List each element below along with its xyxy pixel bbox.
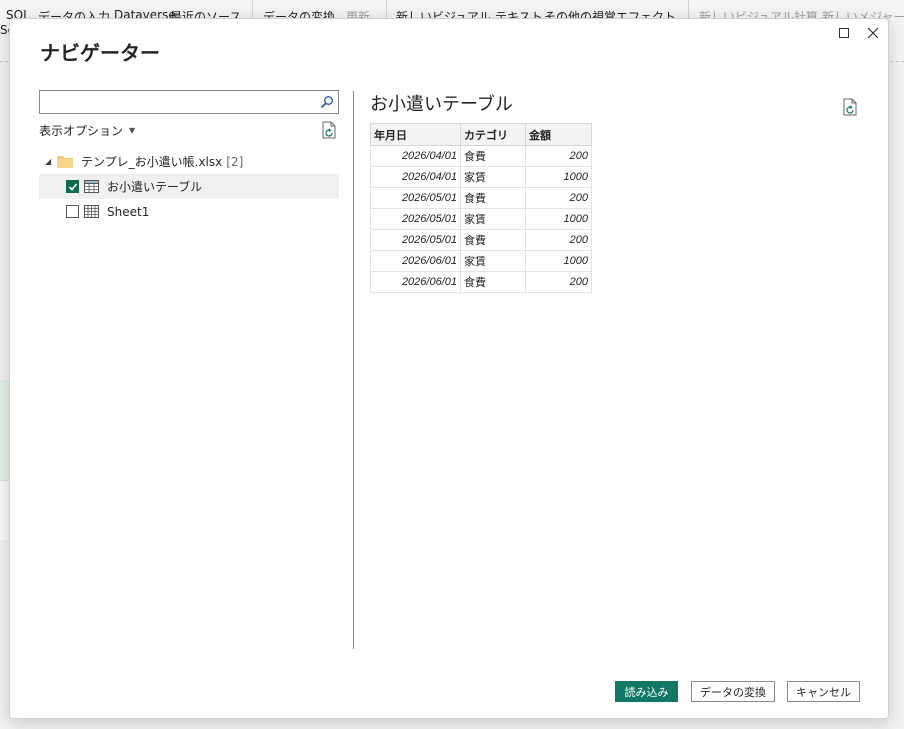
table-row: 2026/05/01 食費 200 — [370, 187, 592, 209]
table-cell: 2026/04/01 — [370, 145, 461, 167]
table-cell: 家賃 — [460, 166, 526, 188]
close-button[interactable] — [865, 25, 881, 41]
navigator-dialog: ナビゲーター 表示オプション ▼ ◢ テンプレ_お小遣い帳.xlsx [2] お… — [9, 18, 889, 719]
table-cell: 200 — [525, 145, 592, 167]
item-checkbox[interactable] — [66, 205, 79, 218]
refresh-icon[interactable] — [321, 121, 337, 139]
table-cell: 食費 — [460, 229, 526, 251]
table-row: 2026/04/01 家賃 1000 — [370, 166, 592, 188]
tree-item-okozukai-table[interactable]: お小遣いテーブル — [39, 174, 339, 199]
folder-icon — [57, 156, 73, 168]
preview-table: 年月日 カテゴリ 金額 2026/04/01 食費 200 2026/04/01… — [370, 123, 592, 293]
maximize-icon — [839, 28, 849, 38]
check-icon — [68, 182, 77, 191]
table-cell: 2026/06/01 — [370, 271, 461, 293]
table-cell: 1000 — [525, 250, 592, 272]
table-cell: 1000 — [525, 166, 592, 188]
display-options-dropdown[interactable]: 表示オプション ▼ — [39, 122, 135, 139]
expand-collapse-icon[interactable]: ◢ — [45, 157, 55, 166]
tree-item-sheet1[interactable]: Sheet1 — [39, 199, 339, 224]
chevron-down-icon: ▼ — [129, 126, 136, 135]
column-header: 年月日 — [370, 123, 461, 146]
sheet-icon — [84, 205, 99, 218]
table-cell: 家賃 — [460, 250, 526, 272]
display-options-label: 表示オプション — [39, 124, 124, 138]
table-row: 2026/06/01 食費 200 — [370, 271, 592, 293]
table-row: 2026/05/01 家賃 1000 — [370, 208, 592, 230]
background-panel — [0, 380, 9, 480]
search-icon[interactable] — [320, 95, 334, 109]
background-panel — [0, 480, 9, 540]
table-cell: 200 — [525, 229, 592, 251]
preview-title: お小遣いテーブル — [370, 94, 513, 115]
table-cell: 2026/05/01 — [370, 187, 461, 209]
close-icon — [867, 27, 879, 39]
search-input[interactable] — [40, 91, 312, 113]
search-field[interactable] — [39, 90, 339, 114]
column-header: 金額 — [525, 123, 592, 146]
item-count: [2] — [226, 154, 244, 169]
table-cell: 2026/04/01 — [370, 166, 461, 188]
table-cell: 2026/06/01 — [370, 250, 461, 272]
tree-file-node[interactable]: ◢ テンプレ_お小遣い帳.xlsx [2] — [39, 149, 339, 174]
table-row: 2026/05/01 食費 200 — [370, 229, 592, 251]
refresh-icon[interactable] — [842, 98, 858, 116]
file-name: テンプレ_お小遣い帳.xlsx — [81, 155, 223, 169]
table-cell: 2026/05/01 — [370, 208, 461, 230]
table-cell: 200 — [525, 187, 592, 209]
navigator-tree: ◢ テンプレ_お小遣い帳.xlsx [2] お小遣いテーブル Sheet1 — [39, 149, 339, 224]
table-cell: 食費 — [460, 271, 526, 293]
table-row: 2026/04/01 食費 200 — [370, 145, 592, 167]
table-cell: 1000 — [525, 208, 592, 230]
cancel-button[interactable]: キャンセル — [787, 681, 860, 702]
table-cell: 2026/05/01 — [370, 229, 461, 251]
tree-item-label: お小遣いテーブル — [107, 180, 203, 194]
table-cell: 食費 — [460, 145, 526, 167]
table-header-row: 年月日 カテゴリ 金額 — [370, 123, 592, 146]
table-cell: 食費 — [460, 187, 526, 209]
table-cell: 200 — [525, 271, 592, 293]
transform-data-button[interactable]: データの変換 — [691, 681, 775, 702]
load-button[interactable]: 読み込み — [615, 681, 678, 702]
item-checkbox[interactable] — [66, 180, 79, 193]
column-header: カテゴリ — [460, 123, 526, 146]
maximize-button[interactable] — [836, 25, 852, 41]
dialog-title: ナビゲーター — [40, 41, 160, 65]
tree-item-label: Sheet1 — [107, 204, 150, 219]
pane-divider[interactable] — [353, 91, 354, 649]
table-cell: 家賃 — [460, 208, 526, 230]
table-icon — [84, 180, 99, 193]
table-row: 2026/06/01 家賃 1000 — [370, 250, 592, 272]
